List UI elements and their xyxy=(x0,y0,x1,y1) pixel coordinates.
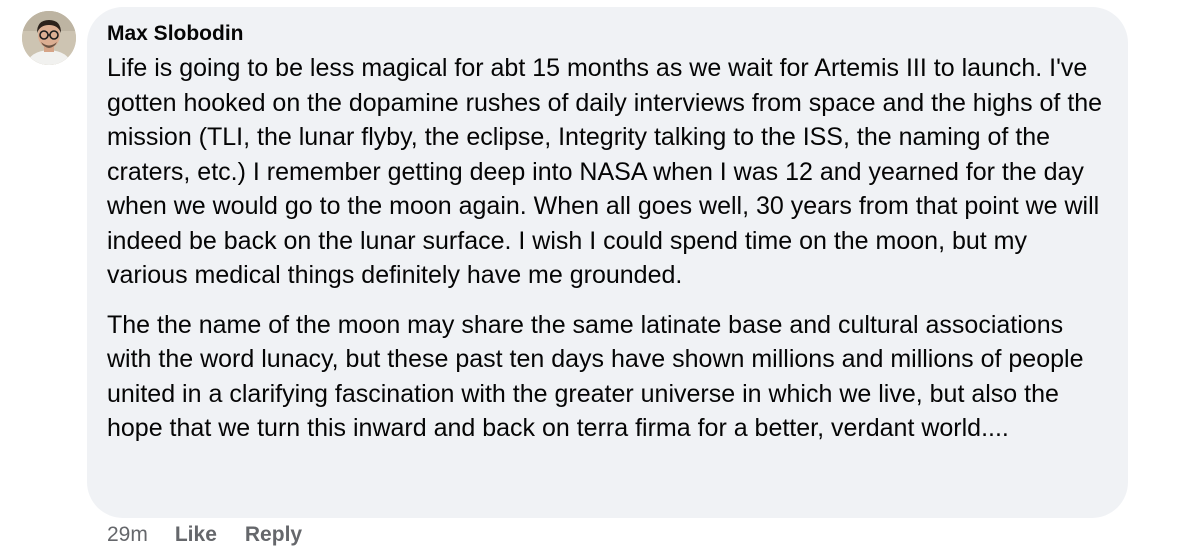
comment-author-name[interactable]: Max Slobodin xyxy=(107,21,1108,47)
reply-button[interactable]: Reply xyxy=(245,523,302,547)
like-button[interactable]: Like xyxy=(175,523,217,547)
comment-timestamp[interactable]: 29m xyxy=(107,523,148,547)
comment-paragraph-1: Life is going to be less magical for abt… xyxy=(107,54,1103,289)
comment-paragraph-2: The the name of the moon may share the s… xyxy=(107,310,1084,443)
avatar[interactable] xyxy=(22,11,76,65)
comment-bubble: Max Slobodin Life is going to be less ma… xyxy=(87,7,1128,518)
user-avatar-photo-icon xyxy=(22,11,76,65)
comment-actions: 29m Like Reply xyxy=(107,521,302,549)
